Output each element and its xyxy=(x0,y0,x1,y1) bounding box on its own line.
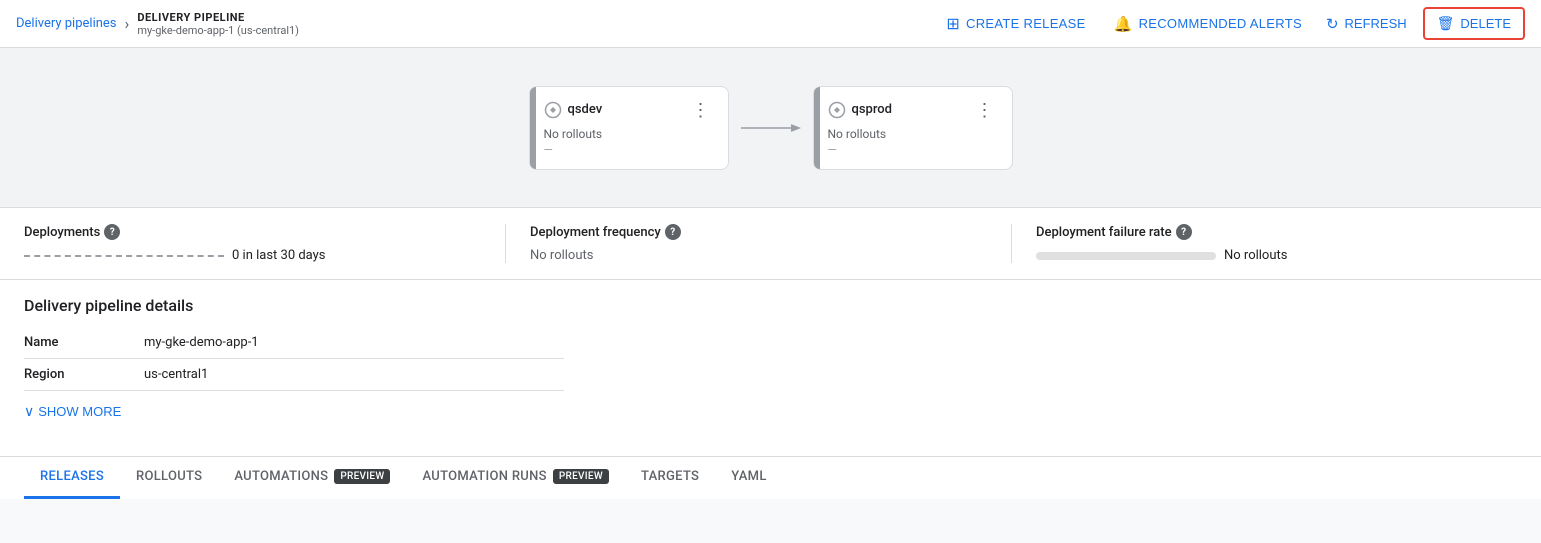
field-label-region: Region xyxy=(24,359,144,391)
breadcrumb-area: Delivery pipelines › DELIVERY PIPELINE m… xyxy=(16,11,918,37)
metric-frequency: Deployment frequency ? No rollouts xyxy=(530,224,1012,263)
node-title-area-2: qsprod xyxy=(828,101,893,119)
metric-deployments: Deployments ? 0 in last 30 days xyxy=(24,224,506,263)
details-title: Delivery pipeline details xyxy=(24,296,1517,315)
tabs-section: RELEASES ROLLOUTS AUTOMATIONS PREVIEW AU… xyxy=(0,456,1541,499)
tab-targets[interactable]: TARGETS xyxy=(625,457,715,499)
recommended-alerts-button[interactable]: 🔔 RECOMMENDED ALERTS xyxy=(1102,9,1314,39)
automation-runs-preview-badge: PREVIEW xyxy=(553,469,609,484)
node-title-area: qsdev xyxy=(544,101,603,119)
deployments-value: 0 in last 30 days xyxy=(232,248,326,263)
frequency-help-icon[interactable]: ? xyxy=(665,224,681,240)
tab-automation-runs-label: AUTOMATION RUNS xyxy=(422,469,546,484)
node-bar-left-2 xyxy=(814,87,820,169)
node-dash-qsdev: — xyxy=(544,143,714,157)
breadcrumb-link[interactable]: Delivery pipelines xyxy=(16,16,117,31)
table-row-region: Region us-central1 xyxy=(24,359,564,391)
node-dash-qsprod: — xyxy=(828,143,998,157)
plus-icon: ⊞ xyxy=(946,14,960,34)
gke-icon-qsdev xyxy=(544,101,562,119)
metric-failure-rate: Deployment failure rate ? No rollouts xyxy=(1036,224,1517,263)
pipeline-label: DELIVERY PIPELINE xyxy=(137,11,299,24)
deployments-dotted-bar xyxy=(24,255,224,257)
gke-icon-qsprod xyxy=(828,101,846,119)
trash-icon: 🗑 xyxy=(1437,15,1455,32)
tab-targets-label: TARGETS xyxy=(641,469,699,484)
node-title-qsdev: qsdev xyxy=(568,102,603,117)
pipeline-name: my-gke-demo-app-1 (us-central1) xyxy=(137,24,299,37)
failure-value: No rollouts xyxy=(1224,248,1287,263)
top-bar-right: ↻ REFRESH 🗑 DELETE xyxy=(1314,7,1525,40)
details-section: Delivery pipeline details Name my-gke-de… xyxy=(0,280,1541,456)
table-row-name: Name my-gke-demo-app-1 xyxy=(24,327,564,359)
create-release-label: CREATE RELEASE xyxy=(966,16,1086,31)
delete-button[interactable]: 🗑 DELETE xyxy=(1423,7,1525,40)
tab-rollouts-label: ROLLOUTS xyxy=(136,469,202,484)
node-menu-qsdev[interactable]: ⋮ xyxy=(688,99,714,121)
tab-yaml-label: YAML xyxy=(731,469,766,484)
pipeline-node-qsprod[interactable]: qsprod ⋮ No rollouts — xyxy=(813,86,1013,170)
failure-bar-container: No rollouts xyxy=(1036,248,1493,263)
chevron-down-icon: ∨ xyxy=(24,403,34,420)
field-value-region: us-central1 xyxy=(144,359,564,391)
breadcrumb-current: DELIVERY PIPELINE my-gke-demo-app-1 (us-… xyxy=(137,11,299,37)
tab-automation-runs[interactable]: AUTOMATION RUNS PREVIEW xyxy=(406,457,625,499)
refresh-icon: ↻ xyxy=(1326,15,1339,33)
metric-deployments-label: Deployments ? xyxy=(24,224,481,240)
show-more-label: SHOW MORE xyxy=(38,404,121,419)
pipeline-node-qsdev[interactable]: qsdev ⋮ No rollouts — xyxy=(529,86,729,170)
automations-preview-badge: PREVIEW xyxy=(334,469,390,484)
node-status-qsdev: No rollouts xyxy=(544,127,714,141)
node-bar-left xyxy=(530,87,536,169)
node-title-qsprod: qsprod xyxy=(852,102,893,117)
tab-automations[interactable]: AUTOMATIONS PREVIEW xyxy=(218,457,406,499)
metric-failure-label: Deployment failure rate ? xyxy=(1036,224,1493,240)
node-menu-qsprod[interactable]: ⋮ xyxy=(972,99,998,121)
tab-rollouts[interactable]: ROLLOUTS xyxy=(120,457,218,499)
deployments-bar: 0 in last 30 days xyxy=(24,248,481,263)
failure-solid-bar xyxy=(1036,252,1216,260)
deployments-help-icon[interactable]: ? xyxy=(104,224,120,240)
metrics-section: Deployments ? 0 in last 30 days Deployme… xyxy=(0,208,1541,280)
pipeline-nodes: qsdev ⋮ No rollouts — xyxy=(529,86,1013,170)
show-more-button[interactable]: ∨ SHOW MORE xyxy=(24,399,121,424)
tab-releases[interactable]: RELEASES xyxy=(24,457,120,499)
node-header-qsdev: qsdev ⋮ xyxy=(544,99,714,121)
pipeline-arrow xyxy=(729,118,813,138)
node-header-qsprod: qsprod ⋮ xyxy=(828,99,998,121)
refresh-button[interactable]: ↻ REFRESH xyxy=(1314,9,1419,39)
action-buttons: ⊞ CREATE RELEASE 🔔 RECOMMENDED ALERTS xyxy=(934,8,1314,40)
recommended-alerts-label: RECOMMENDED ALERTS xyxy=(1139,16,1302,31)
breadcrumb-separator: › xyxy=(125,14,130,33)
metric-frequency-label: Deployment frequency ? xyxy=(530,224,987,240)
field-value-name: my-gke-demo-app-1 xyxy=(144,327,564,359)
tab-releases-label: RELEASES xyxy=(40,469,104,484)
create-release-button[interactable]: ⊞ CREATE RELEASE xyxy=(934,8,1097,40)
details-table: Name my-gke-demo-app-1 Region us-central… xyxy=(24,327,564,391)
tab-automations-label: AUTOMATIONS xyxy=(234,469,328,484)
bell-icon: 🔔 xyxy=(1114,15,1133,33)
node-status-qsprod: No rollouts xyxy=(828,127,998,141)
top-bar: Delivery pipelines › DELIVERY PIPELINE m… xyxy=(0,0,1541,48)
frequency-value: No rollouts xyxy=(530,248,987,263)
field-label-name: Name xyxy=(24,327,144,359)
pipeline-area: qsdev ⋮ No rollouts — xyxy=(0,48,1541,208)
delete-label: DELETE xyxy=(1460,16,1511,31)
refresh-label: REFRESH xyxy=(1345,16,1407,31)
failure-help-icon[interactable]: ? xyxy=(1176,224,1192,240)
tab-yaml[interactable]: YAML xyxy=(715,457,782,499)
